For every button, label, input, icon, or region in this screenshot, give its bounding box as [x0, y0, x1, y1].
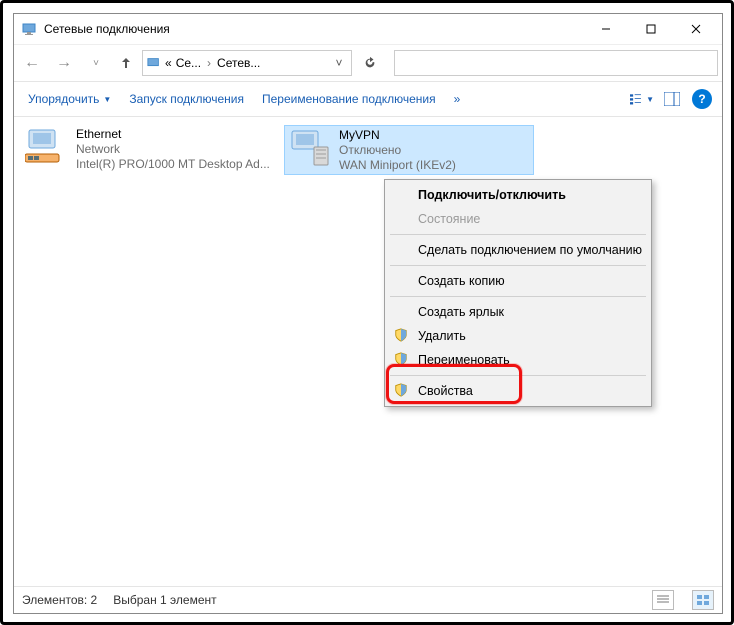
- toolbar-overflow[interactable]: »: [448, 92, 467, 106]
- connection-status: Отключено: [339, 143, 456, 158]
- connection-device: Intel(R) PRO/1000 MT Desktop Ad...: [76, 157, 270, 172]
- shield-icon: [394, 352, 410, 368]
- titlebar: Сетевые подключения: [14, 14, 722, 45]
- connection-item-myvpn[interactable]: MyVPN Отключено WAN Miniport (IKEv2): [284, 125, 534, 175]
- help-button[interactable]: ?: [690, 87, 714, 111]
- connection-name: MyVPN: [339, 128, 456, 143]
- app-icon: [22, 21, 38, 37]
- refresh-button[interactable]: [356, 51, 384, 75]
- menu-create-copy[interactable]: Создать копию: [388, 269, 648, 293]
- menu-separator: [390, 375, 646, 376]
- menu-separator: [390, 265, 646, 266]
- address-dropdown[interactable]: ˅: [331, 56, 347, 70]
- connection-status: Network: [76, 142, 270, 157]
- forward-button: →: [50, 49, 78, 77]
- menu-make-default[interactable]: Сделать подключением по умолчанию: [388, 238, 648, 262]
- history-dropdown[interactable]: ˅: [82, 49, 110, 77]
- connection-device: WAN Miniport (IKEv2): [339, 158, 456, 173]
- tiles-view-button[interactable]: [692, 590, 714, 610]
- vpn-icon: [287, 128, 331, 168]
- breadcrumb-prefix: «: [165, 56, 172, 70]
- connection-name: Ethernet: [76, 127, 270, 142]
- details-view-button[interactable]: [652, 590, 674, 610]
- breadcrumb-seg2[interactable]: Сетев...: [217, 56, 260, 70]
- menu-connect[interactable]: Подключить/отключить: [388, 183, 648, 207]
- address-bar[interactable]: « Се... › Сетев... ˅: [142, 50, 352, 76]
- back-button[interactable]: ←: [18, 49, 46, 77]
- item-count-label: Элементов: 2: [22, 593, 97, 607]
- up-button[interactable]: [114, 51, 138, 75]
- window-title: Сетевые подключения: [44, 22, 170, 36]
- ethernet-icon: [24, 127, 68, 167]
- connection-item-ethernet[interactable]: Ethernet Network Intel(R) PRO/1000 MT De…: [22, 125, 272, 175]
- close-button[interactable]: [673, 14, 718, 44]
- shield-icon: [394, 328, 410, 344]
- shield-icon: [394, 383, 410, 399]
- menu-status: Состояние: [388, 207, 648, 231]
- minimize-button[interactable]: [583, 14, 628, 44]
- menu-separator: [390, 296, 646, 297]
- status-bar: Элементов: 2 Выбран 1 элемент: [14, 586, 722, 613]
- menu-create-shortcut[interactable]: Создать ярлык: [388, 300, 648, 324]
- context-menu: Подключить/отключить Состояние Сделать п…: [384, 179, 652, 407]
- menu-delete[interactable]: Удалить: [388, 324, 648, 348]
- menu-properties[interactable]: Свойства: [388, 379, 648, 403]
- chevron-down-icon: ▼: [103, 95, 111, 104]
- window: Сетевые подключения ← → ˅ « Се... › Сете…: [13, 13, 723, 614]
- breadcrumb-seg1[interactable]: Се...: [176, 56, 201, 70]
- rename-connection-button[interactable]: Переименование подключения: [256, 88, 442, 110]
- command-bar: Упорядочить▼ Запуск подключения Переимен…: [14, 82, 722, 117]
- nav-bar: ← → ˅ « Се... › Сетев... ˅: [14, 45, 722, 82]
- menu-rename[interactable]: Переименовать: [388, 348, 648, 372]
- organize-menu[interactable]: Упорядочить▼: [22, 88, 117, 110]
- start-connection-button[interactable]: Запуск подключения: [123, 88, 250, 110]
- menu-separator: [390, 234, 646, 235]
- view-options-button[interactable]: ▼: [630, 87, 654, 111]
- preview-pane-button[interactable]: [660, 87, 684, 111]
- maximize-button[interactable]: [628, 14, 673, 44]
- breadcrumb-sep: ›: [205, 56, 213, 70]
- address-icon: [147, 56, 161, 70]
- search-input[interactable]: [394, 50, 718, 76]
- selection-label: Выбран 1 элемент: [113, 593, 216, 607]
